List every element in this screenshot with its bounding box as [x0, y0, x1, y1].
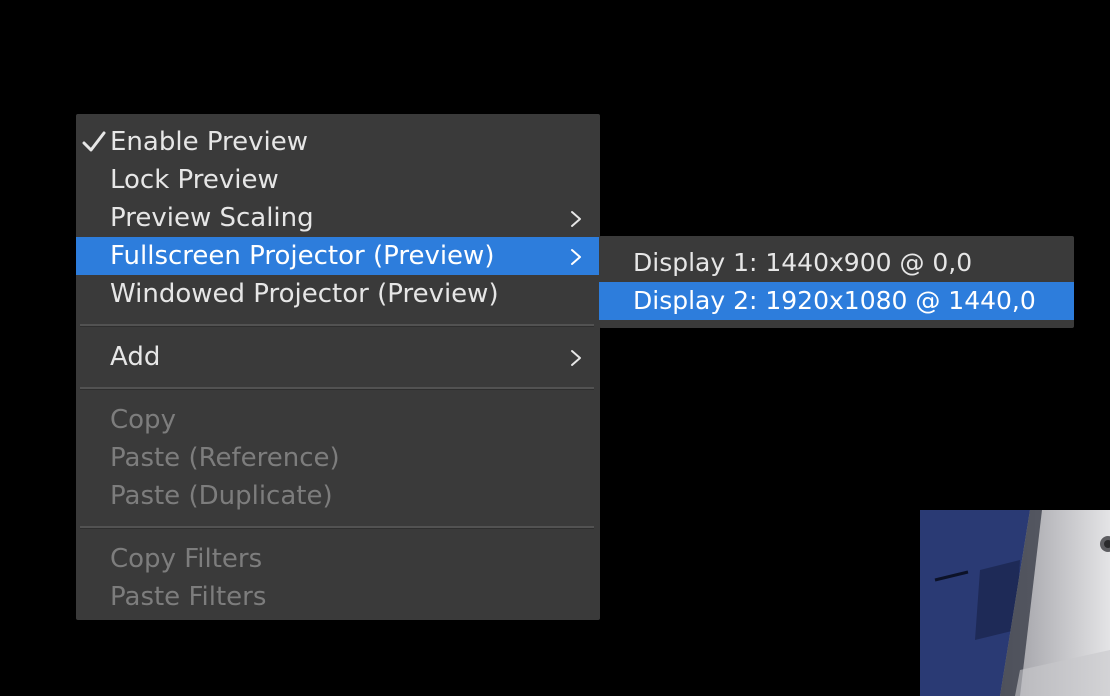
menu-item-label: Windowed Projector (Preview) [110, 279, 499, 309]
menu-item-paste-filters: Paste Filters [76, 578, 600, 616]
menu-item-label: Preview Scaling [110, 203, 314, 233]
menu-separator [80, 526, 594, 529]
menu-item-windowed-projector[interactable]: Windowed Projector (Preview) [76, 275, 600, 313]
chevron-right-icon [570, 338, 584, 376]
chevron-right-icon [570, 237, 584, 275]
menu-item-fullscreen-projector[interactable]: Fullscreen Projector (Preview) [76, 237, 600, 275]
camera-preview-thumbnail [920, 510, 1110, 696]
menu-item-label: Add [110, 342, 161, 372]
menu-item-paste-duplicate: Paste (Duplicate) [76, 477, 600, 515]
menu-item-label: Lock Preview [110, 165, 279, 195]
checkmark-icon [80, 123, 108, 161]
menu-item-copy-filters: Copy Filters [76, 540, 600, 578]
menu-item-label: Enable Preview [110, 127, 309, 157]
menu-separator [80, 387, 594, 390]
menu-item-label: Paste Filters [110, 582, 267, 612]
preview-context-menu: Enable Preview Lock Preview Preview Scal… [76, 114, 600, 620]
menu-item-preview-scaling[interactable]: Preview Scaling [76, 199, 600, 237]
submenu-item-display-1[interactable]: Display 1: 1440x900 @ 0,0 [599, 244, 1074, 282]
fullscreen-projector-submenu: Display 1: 1440x900 @ 0,0 Display 2: 192… [599, 236, 1074, 328]
menu-item-label: Fullscreen Projector (Preview) [110, 241, 495, 271]
menu-item-lock-preview[interactable]: Lock Preview [76, 161, 600, 199]
menu-item-label: Copy [110, 405, 176, 435]
menu-item-enable-preview[interactable]: Enable Preview [76, 123, 600, 161]
submenu-item-display-2[interactable]: Display 2: 1920x1080 @ 1440,0 [599, 282, 1074, 320]
submenu-item-label: Display 2: 1920x1080 @ 1440,0 [633, 286, 1036, 315]
menu-item-label: Paste (Reference) [110, 443, 340, 473]
menu-item-label: Paste (Duplicate) [110, 481, 333, 511]
chevron-right-icon [570, 199, 584, 237]
desktop-background: Enable Preview Lock Preview Preview Scal… [0, 0, 1110, 696]
menu-item-paste-reference: Paste (Reference) [76, 439, 600, 477]
submenu-item-label: Display 1: 1440x900 @ 0,0 [633, 248, 973, 277]
menu-item-copy: Copy [76, 401, 600, 439]
menu-item-label: Copy Filters [110, 544, 263, 574]
menu-separator [80, 324, 594, 327]
menu-item-add[interactable]: Add [76, 338, 600, 376]
